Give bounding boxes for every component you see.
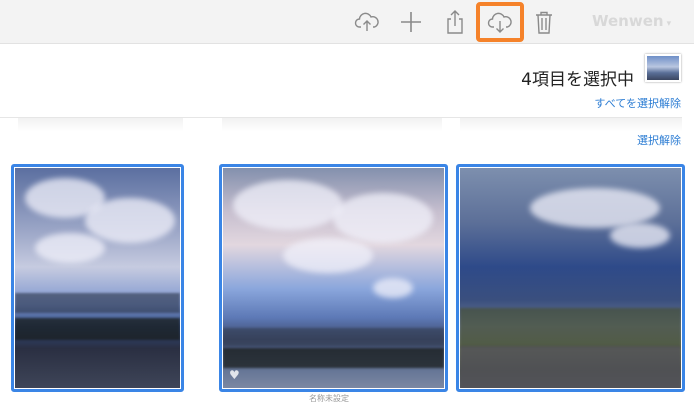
trash-icon: [536, 11, 552, 34]
upload-button[interactable]: [349, 4, 385, 40]
photo-row-above: [460, 118, 682, 132]
photo-image: [460, 168, 681, 388]
account-name: Wenwen: [592, 12, 664, 30]
add-button[interactable]: [393, 4, 429, 40]
plus-icon: [401, 12, 421, 32]
account-menu[interactable]: Wenwen ▾: [592, 12, 671, 30]
delete-button[interactable]: [526, 4, 562, 40]
photo-tile[interactable]: [456, 164, 685, 392]
cloud-upload-icon: [354, 12, 379, 31]
heart-icon[interactable]: ♥: [229, 368, 240, 382]
photo-tile[interactable]: [11, 164, 184, 392]
photo-caption: 名称未設定: [309, 394, 349, 402]
chevron-down-icon: ▾: [666, 19, 672, 29]
share-button[interactable]: [437, 4, 473, 40]
cloud-download-icon: [487, 12, 512, 33]
photo-tile[interactable]: ♥: [219, 164, 448, 392]
photo-image: [15, 168, 180, 388]
share-icon: [447, 10, 463, 34]
deselect-link[interactable]: 選択解除: [637, 132, 681, 148]
photo-row-above: [18, 118, 183, 132]
photo-row-above: [222, 118, 442, 132]
photo-image: ♥: [223, 168, 444, 388]
selection-thumbnail: [645, 54, 681, 82]
download-button[interactable]: [476, 2, 524, 42]
deselect-all-link[interactable]: すべてを選択解除: [594, 95, 681, 111]
toolbar: Wenwen ▾: [0, 0, 694, 44]
selection-count: 4項目を選択中: [521, 70, 634, 90]
